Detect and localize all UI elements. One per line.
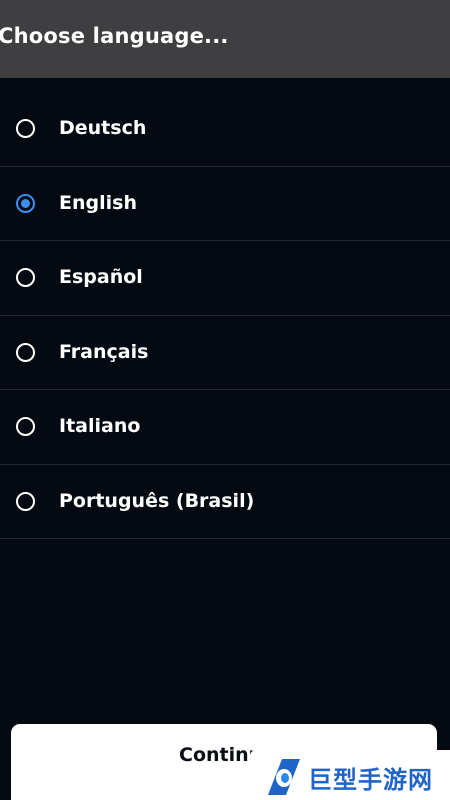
app-header: Choose language... [0, 0, 450, 78]
language-option-english[interactable]: English [0, 167, 450, 241]
language-option-francais[interactable]: Français [0, 316, 450, 390]
language-label: Español [59, 266, 143, 288]
radio-unchecked-icon[interactable] [16, 119, 35, 138]
radio-unchecked-icon[interactable] [16, 491, 35, 511]
site-watermark: 巨型手游网 [250, 750, 450, 800]
radio-unchecked-icon[interactable] [16, 417, 35, 436]
radio-unchecked-icon[interactable] [16, 342, 35, 362]
language-option-espanol[interactable]: Español [0, 241, 450, 316]
radio-unchecked-icon[interactable] [16, 268, 35, 287]
language-label: Português (Brasil) [59, 489, 255, 512]
language-label: Italiano [59, 415, 141, 437]
watermark-logo-icon [268, 759, 300, 795]
language-list: Deutsch English Español Français Italian… [0, 92, 450, 539]
watermark-text: 巨型手游网 [308, 766, 433, 794]
language-option-deutsch[interactable]: Deutsch [0, 92, 450, 167]
language-option-portugues-brasil[interactable]: Português (Brasil) [0, 465, 450, 539]
language-option-italiano[interactable]: Italiano [0, 390, 450, 465]
language-label: Français [59, 340, 149, 363]
language-label: Deutsch [59, 117, 147, 139]
radio-checked-icon[interactable] [16, 193, 35, 213]
page-title: Choose language... [0, 24, 229, 48]
language-label: English [59, 191, 137, 214]
